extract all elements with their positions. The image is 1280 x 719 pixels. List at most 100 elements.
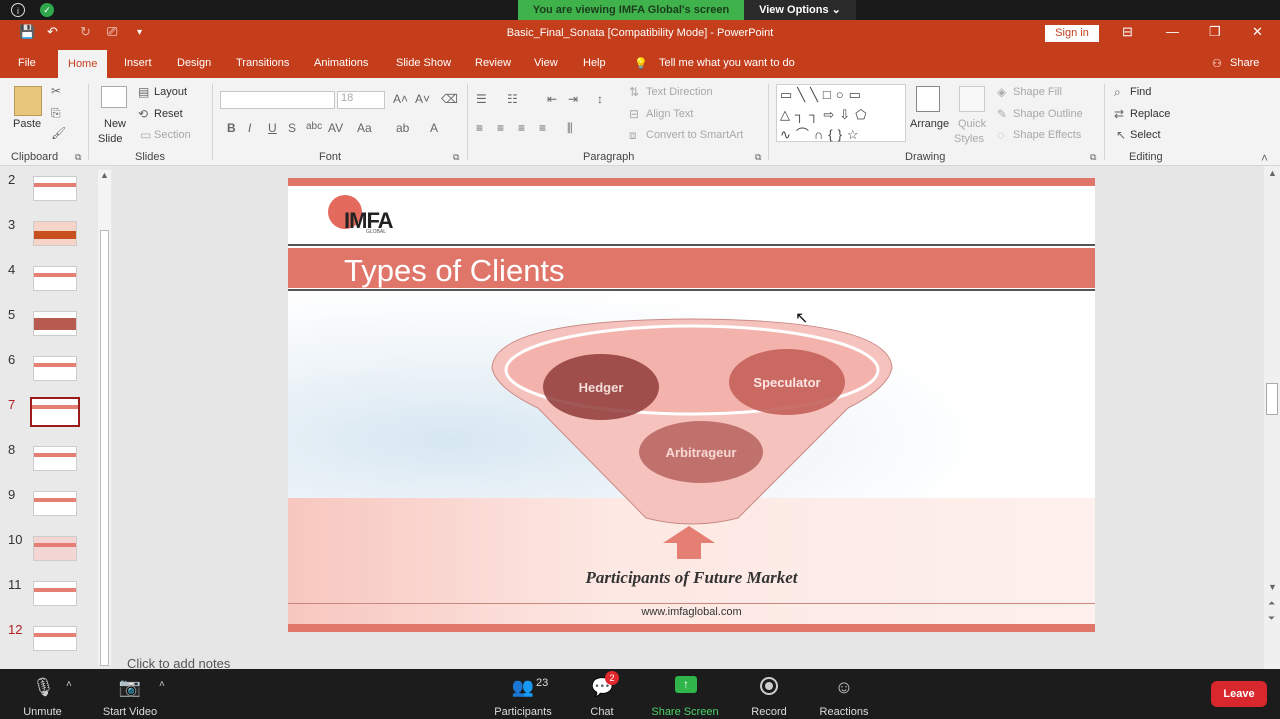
unmute-button[interactable]: Unmute: [15, 706, 70, 718]
line-spacing-icon[interactable]: ↕: [597, 92, 603, 106]
record-button[interactable]: Record: [744, 706, 794, 718]
shape-outline-button[interactable]: Shape Outline: [1013, 108, 1083, 120]
convert-smartart-button[interactable]: Convert to SmartArt: [646, 129, 743, 141]
slide-thumbnail-5[interactable]: [33, 311, 77, 336]
replace-button[interactable]: Replace: [1130, 108, 1170, 120]
share-screen-button[interactable]: Share Screen: [648, 706, 722, 718]
slide-thumbnail-8[interactable]: [33, 446, 77, 471]
slide-thumbnail-11[interactable]: [33, 581, 77, 606]
share-screen-icon[interactable]: ↑: [675, 676, 697, 693]
dialog-launcher-icon[interactable]: ⧉: [1090, 152, 1096, 163]
record-icon[interactable]: [760, 677, 778, 695]
increase-font-icon[interactable]: A˄: [393, 92, 408, 106]
character-spacing-icon[interactable]: AV: [328, 121, 343, 135]
video-options-icon[interactable]: ˄: [159, 679, 165, 690]
quick-styles-label-1[interactable]: Quick: [958, 118, 986, 130]
reactions-button[interactable]: Reactions: [816, 706, 872, 718]
tab-transitions[interactable]: Transitions: [236, 57, 289, 69]
collapse-ribbon-icon[interactable]: ˄: [1261, 151, 1268, 165]
dialog-launcher-icon[interactable]: ⧉: [75, 152, 81, 163]
align-left-icon[interactable]: ≡: [476, 121, 483, 135]
scroll-up-icon[interactable]: ▲: [1268, 168, 1277, 178]
clear-formatting-icon[interactable]: ⌫: [441, 92, 458, 106]
format-painter-icon[interactable]: 🖌: [51, 126, 66, 140]
justify-icon[interactable]: ≡: [539, 121, 546, 135]
strikethrough-icon[interactable]: abc: [306, 121, 322, 132]
restore-icon[interactable]: ❐: [1209, 24, 1221, 40]
find-button[interactable]: Find: [1130, 86, 1151, 98]
leave-button[interactable]: Leave: [1211, 681, 1267, 707]
view-options-button[interactable]: View Options ⌄: [744, 0, 856, 20]
increase-indent-icon[interactable]: ⇥: [568, 92, 578, 106]
share-icon[interactable]: ⚇: [1212, 57, 1222, 70]
tab-file[interactable]: File: [18, 57, 36, 69]
audio-options-icon[interactable]: ˄: [66, 679, 72, 690]
align-right-icon[interactable]: ≡: [518, 121, 525, 135]
shapes-gallery[interactable]: ▭╲╲□○▭ △┐┐⇨⇩⬠ ∿⌒∩{}☆: [776, 84, 906, 142]
new-slide-label-2[interactable]: Slide: [98, 133, 122, 145]
tab-animations[interactable]: Animations: [314, 57, 368, 69]
dialog-launcher-icon[interactable]: ⧉: [453, 152, 459, 163]
reactions-icon[interactable]: ☺: [833, 677, 855, 698]
slide-thumbnail-2[interactable]: [33, 176, 77, 201]
font-name-combo[interactable]: [220, 91, 335, 109]
new-slide-icon[interactable]: [101, 86, 127, 108]
participants-icon[interactable]: 👥: [510, 677, 536, 698]
current-slide[interactable]: IMFA GLOBAL Types of Clients Hedger Spec…: [288, 178, 1095, 632]
tab-home[interactable]: Home: [58, 50, 108, 78]
video-off-icon[interactable]: 📷: [118, 677, 142, 698]
tab-design[interactable]: Design: [177, 57, 211, 69]
select-button[interactable]: Select: [1130, 129, 1161, 141]
shape-fill-button[interactable]: Shape Fill: [1013, 86, 1062, 98]
text-direction-button[interactable]: Text Direction: [646, 86, 713, 98]
arrange-icon[interactable]: [916, 86, 940, 112]
previous-slide-icon[interactable]: ⏶: [1268, 598, 1275, 609]
bullets-icon[interactable]: ☰: [476, 92, 487, 106]
copy-icon[interactable]: ⎘: [51, 106, 61, 121]
slide-thumbnail-6[interactable]: [33, 356, 77, 381]
cut-icon[interactable]: ✂: [51, 84, 61, 98]
close-icon[interactable]: ✕: [1252, 24, 1263, 40]
tab-help[interactable]: Help: [583, 57, 606, 69]
paste-icon[interactable]: [14, 86, 42, 116]
tab-slide-show[interactable]: Slide Show: [396, 57, 451, 69]
participants-button[interactable]: Participants: [490, 706, 556, 718]
share-button[interactable]: Share: [1230, 57, 1259, 69]
slide-thumbnail-9[interactable]: [33, 491, 77, 516]
quick-styles-icon[interactable]: [959, 86, 985, 112]
minimize-icon[interactable]: —: [1166, 24, 1179, 39]
new-slide-label-1[interactable]: New: [104, 118, 126, 130]
layout-button[interactable]: Layout: [154, 86, 187, 98]
quick-styles-label-2[interactable]: Styles: [954, 133, 984, 145]
align-center-icon[interactable]: ≡: [497, 121, 504, 135]
scrollbar-thumb[interactable]: [100, 230, 109, 666]
columns-icon[interactable]: ⫼: [567, 121, 573, 136]
decrease-font-icon[interactable]: A˅: [415, 92, 430, 106]
info-icon[interactable]: i: [11, 3, 25, 17]
scroll-up-icon[interactable]: ▲: [100, 170, 109, 180]
underline-icon[interactable]: U: [268, 121, 277, 135]
font-color-icon[interactable]: A: [430, 121, 438, 135]
slide-thumbnail-10[interactable]: [33, 536, 77, 561]
tab-view[interactable]: View: [534, 57, 558, 69]
editor-scrollbar[interactable]: ▲ ▼ ⏶ ⏷: [1264, 166, 1280, 669]
slide-thumbnail-7-selected[interactable]: [30, 397, 80, 427]
shadow-icon[interactable]: S: [288, 121, 296, 135]
start-video-button[interactable]: Start Video: [97, 706, 163, 718]
highlight-icon[interactable]: ab: [396, 121, 409, 135]
reset-button[interactable]: Reset: [154, 108, 183, 120]
next-slide-icon[interactable]: ⏷: [1268, 613, 1275, 624]
font-size-combo[interactable]: 18: [337, 91, 385, 109]
decrease-indent-icon[interactable]: ⇤: [547, 92, 557, 106]
thumbnail-scrollbar[interactable]: ▲: [98, 170, 111, 666]
bold-icon[interactable]: B: [227, 121, 236, 135]
align-text-button[interactable]: Align Text: [646, 108, 694, 120]
change-case-icon[interactable]: Aa: [357, 121, 372, 135]
dialog-launcher-icon[interactable]: ⧉: [755, 152, 761, 163]
scroll-down-icon[interactable]: ▼: [1268, 582, 1277, 592]
ribbon-display-icon[interactable]: ⊟: [1122, 24, 1133, 40]
shape-effects-button[interactable]: Shape Effects: [1013, 129, 1081, 141]
italic-icon[interactable]: I: [248, 121, 251, 135]
sign-in-button[interactable]: Sign in: [1045, 25, 1099, 42]
tell-me-search[interactable]: Tell me what you want to do: [659, 57, 795, 69]
